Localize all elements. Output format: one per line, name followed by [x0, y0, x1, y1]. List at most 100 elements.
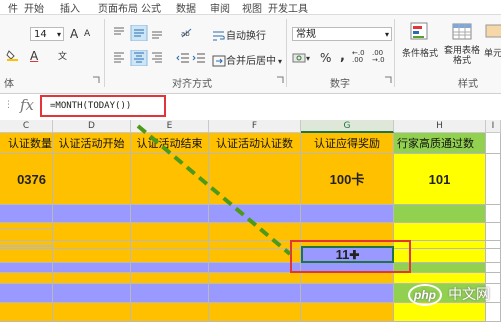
column-header-g[interactable]: G: [301, 120, 394, 133]
tab-insert[interactable]: 插入: [60, 0, 80, 15]
dialog-launcher-icon[interactable]: [276, 76, 284, 84]
currency-button[interactable]: ▾: [292, 52, 310, 64]
font-shrink-button[interactable]: A: [84, 29, 90, 39]
cell-e-row3[interactable]: [131, 223, 209, 241]
formula-input[interactable]: =MONTH(TODAY()): [40, 95, 166, 117]
font-grow-button[interactable]: A: [70, 27, 78, 41]
cell-g-row1[interactable]: 100卡: [301, 154, 394, 205]
cell-d-row8[interactable]: [53, 284, 131, 303]
cell-i-row5[interactable]: [486, 249, 501, 263]
decrease-decimal-button[interactable]: .00 →.0: [372, 50, 390, 64]
orientation-button[interactable]: ab: [180, 27, 194, 39]
cell-i-row4[interactable]: [486, 241, 501, 249]
tab-page-layout[interactable]: 页面布局: [98, 0, 138, 15]
tab-developer[interactable]: 开发工具: [268, 0, 308, 15]
column-header-d[interactable]: D: [53, 120, 131, 133]
font-color-button[interactable]: A: [30, 49, 38, 63]
vertical-align-icons[interactable]: [112, 25, 172, 41]
cell-h-row4[interactable]: [394, 241, 486, 249]
cell-c-row3[interactable]: [0, 223, 53, 241]
cell-f-row5[interactable]: [209, 249, 301, 263]
tab-review[interactable]: 审阅: [210, 0, 230, 15]
cell-d-row6[interactable]: [53, 263, 131, 273]
cell-f-row4[interactable]: [209, 241, 301, 249]
header-cell-i[interactable]: [486, 133, 501, 154]
cell-styles-button[interactable]: 单元: [484, 21, 501, 59]
tab-file[interactable]: 件: [8, 0, 18, 15]
increase-decimal-button[interactable]: ←.0 .00: [352, 50, 368, 64]
comma-button[interactable]: ,: [340, 49, 345, 64]
indent-decrease-button[interactable]: [176, 52, 190, 64]
tab-formulas[interactable]: 公式: [141, 0, 161, 15]
cell-e-row2[interactable]: [131, 205, 209, 223]
column-header-i[interactable]: I: [486, 120, 501, 133]
cell-f-row1[interactable]: [209, 154, 301, 205]
number-format-select[interactable]: 常规 ▾: [292, 27, 392, 41]
header-cell-c[interactable]: 认证数量: [0, 133, 53, 154]
cell-g-row2[interactable]: [301, 205, 394, 223]
cell-h-row2[interactable]: [394, 205, 486, 223]
dialog-launcher-icon[interactable]: [384, 76, 392, 84]
conditional-format-button[interactable]: 条件格式: [400, 21, 440, 59]
header-cell-d[interactable]: 认证活动开始: [53, 133, 131, 154]
cell-c-row9[interactable]: [0, 303, 53, 322]
tab-home[interactable]: 开始: [24, 0, 44, 15]
cell-e-row9[interactable]: [131, 303, 209, 322]
cell-c-row2[interactable]: [0, 205, 53, 223]
cell-f-row9[interactable]: [209, 303, 301, 322]
format-as-table-button[interactable]: 套用表格格式: [444, 21, 480, 66]
cell-h-row3[interactable]: [394, 223, 486, 241]
cell-d-row7[interactable]: [53, 273, 131, 284]
cell-d-row1[interactable]: [53, 154, 131, 205]
cell-i-row6[interactable]: [486, 263, 501, 273]
cell-f-row2[interactable]: [209, 205, 301, 223]
active-cell-g[interactable]: 11✚: [301, 246, 394, 263]
header-cell-e[interactable]: 认证活动结束: [131, 133, 209, 154]
cell-f-row8[interactable]: [209, 284, 301, 303]
cell-c-row5[interactable]: [0, 249, 53, 263]
cell-c-row7[interactable]: [0, 273, 53, 284]
cell-g-row7[interactable]: [301, 273, 394, 284]
cell-g-row6[interactable]: [301, 263, 394, 273]
insert-function-button[interactable]: fx: [20, 96, 34, 114]
phonetic-button[interactable]: 文: [56, 49, 70, 61]
tab-data[interactable]: 数据: [176, 0, 196, 15]
merge-center-button[interactable]: 合并后居中 ▾: [212, 52, 282, 67]
horizontal-align-icons[interactable]: [112, 50, 172, 66]
column-header-f[interactable]: F: [209, 120, 301, 133]
header-cell-g[interactable]: 认证应得奖励: [301, 133, 394, 154]
cell-f-row7[interactable]: [209, 273, 301, 284]
wrap-text-button[interactable]: 自动换行: [212, 27, 266, 42]
header-cell-h[interactable]: 行家高质通过数: [394, 133, 486, 154]
more-options-icon[interactable]: ⋮: [4, 100, 13, 110]
cell-c-row6[interactable]: [0, 263, 53, 273]
cell-e-row4[interactable]: [131, 241, 209, 249]
cell-i-row7[interactable]: [486, 273, 501, 284]
fill-color-button[interactable]: [6, 49, 20, 61]
cell-c-row8[interactable]: [0, 284, 53, 303]
percent-button[interactable]: %: [320, 51, 331, 65]
cell-e-row8[interactable]: [131, 284, 209, 303]
column-header-e[interactable]: E: [131, 120, 209, 133]
cell-e-row1[interactable]: [131, 154, 209, 205]
cell-d-row9[interactable]: [53, 303, 131, 322]
font-size-select[interactable]: 14 ▾: [30, 27, 64, 41]
cell-i-row1[interactable]: [486, 154, 501, 205]
cell-i-row2[interactable]: [486, 205, 501, 223]
cell-c-row1[interactable]: 0376: [0, 154, 53, 205]
column-header-h[interactable]: H: [394, 120, 486, 133]
cell-f-row6[interactable]: [209, 263, 301, 273]
cell-e-row6[interactable]: [131, 263, 209, 273]
indent-increase-button[interactable]: [192, 52, 206, 64]
cell-h-row7[interactable]: [394, 273, 486, 284]
dialog-launcher-icon[interactable]: [92, 76, 100, 84]
column-header-c[interactable]: C: [0, 120, 53, 133]
cell-e-row5[interactable]: [131, 249, 209, 263]
cell-e-row7[interactable]: [131, 273, 209, 284]
cell-g-row8[interactable]: [301, 284, 394, 303]
cell-f-row3[interactable]: [209, 223, 301, 241]
cell-d-row5[interactable]: [53, 249, 131, 263]
cell-i-row3[interactable]: [486, 223, 501, 241]
cell-g-row9[interactable]: [301, 303, 394, 322]
cell-h-row1[interactable]: 101: [394, 154, 486, 205]
